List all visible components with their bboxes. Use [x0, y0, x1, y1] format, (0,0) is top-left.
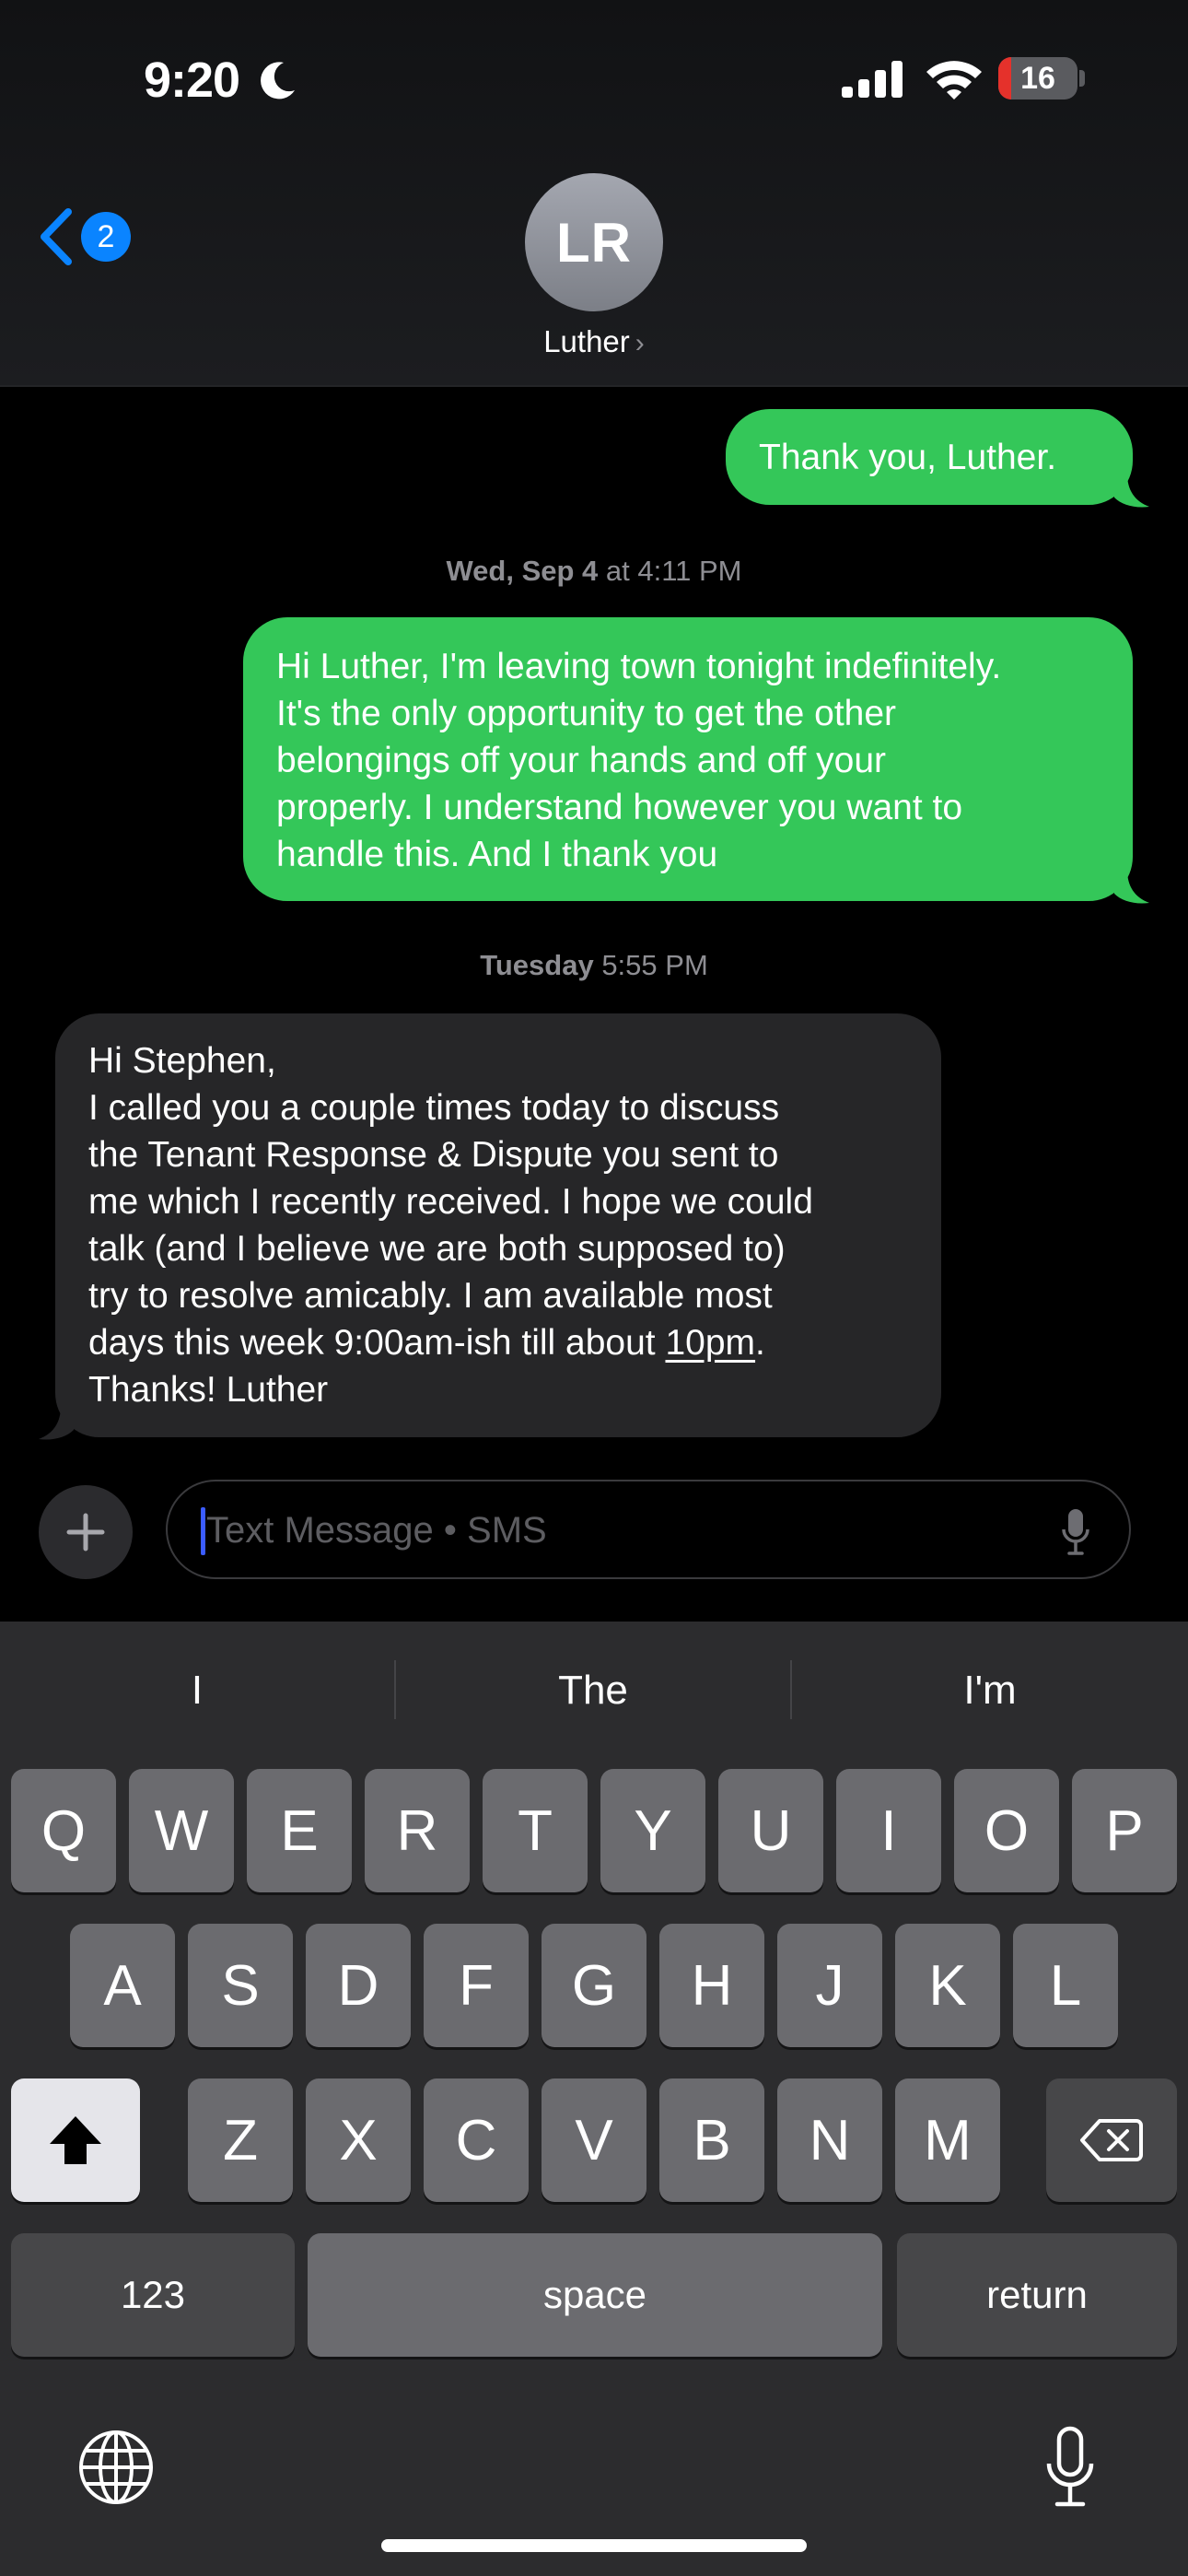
key-a[interactable]: A — [70, 1924, 175, 2047]
message-line: belongings off your hands and off your — [276, 741, 887, 780]
key-m[interactable]: M — [895, 2078, 1000, 2202]
message-line: days this week 9:00am-ish till about 10p… — [88, 1319, 908, 1366]
numbers-key[interactable]: 123 — [11, 2233, 295, 2357]
bubble-tail — [1114, 870, 1149, 904]
key-q[interactable]: Q — [11, 1769, 116, 1892]
keyboard: I The I'm Q W E R T Y U I O P A S D F G … — [0, 1622, 1188, 2576]
key-p[interactable]: P — [1072, 1769, 1177, 1892]
time-link[interactable]: 10pm — [665, 1323, 755, 1363]
key-j[interactable]: J — [777, 1924, 882, 2047]
message-line: properly. I understand however you want … — [276, 788, 963, 827]
message-line: the Tenant Response & Dispute you sent t… — [88, 1135, 779, 1175]
key-x[interactable]: X — [306, 2078, 411, 2202]
dictation-microphone-icon[interactable] — [1044, 2425, 1096, 2510]
shift-icon — [50, 2116, 101, 2164]
key-c[interactable]: C — [424, 2078, 529, 2202]
key-d[interactable]: D — [306, 1924, 411, 2047]
key-g[interactable]: G — [542, 1924, 646, 2047]
message-text: Thank you, Luther. — [759, 437, 1057, 477]
key-r[interactable]: R — [365, 1769, 470, 1892]
sent-message-bubble[interactable]: Thank you, Luther. — [726, 409, 1133, 505]
key-t[interactable]: T — [483, 1769, 588, 1892]
key-v[interactable]: V — [542, 2078, 646, 2202]
contact-avatar[interactable]: LR — [525, 173, 663, 311]
timestamp-time: at 4:11 PM — [598, 555, 742, 587]
bubble-tail — [1114, 474, 1149, 508]
battery-level: 16 — [1020, 60, 1055, 96]
message-line: Thanks! Luther — [88, 1370, 329, 1410]
space-key[interactable]: space — [308, 2233, 882, 2357]
key-e[interactable]: E — [247, 1769, 352, 1892]
key-y[interactable]: Y — [600, 1769, 705, 1892]
message-timestamp: Tuesday 5:55 PM — [0, 949, 1188, 982]
message-text: . — [755, 1323, 765, 1363]
received-message-bubble[interactable]: Hi Stephen, I called you a couple times … — [55, 1013, 941, 1437]
key-u[interactable]: U — [718, 1769, 823, 1892]
apps-plus-button[interactable] — [39, 1485, 133, 1579]
message-line: It's the only opportunity to get the oth… — [276, 694, 897, 733]
microphone-icon[interactable] — [1061, 1507, 1090, 1555]
message-line: Hi Luther, I'm leaving town tonight inde… — [276, 647, 1002, 686]
suggestion[interactable]: The — [396, 1622, 790, 1760]
key-z[interactable]: Z — [188, 2078, 293, 2202]
suggestion[interactable]: I — [0, 1622, 394, 1760]
chevron-left-icon — [41, 208, 72, 265]
message-input[interactable] — [204, 1481, 1000, 1579]
shift-key[interactable] — [11, 2078, 140, 2202]
battery-indicator: 16 — [998, 57, 1077, 100]
key-o[interactable]: O — [954, 1769, 1059, 1892]
back-button[interactable]: 2 — [37, 205, 138, 269]
message-timestamp: Wed, Sep 4 at 4:11 PM — [0, 555, 1188, 588]
globe-icon[interactable] — [77, 2429, 155, 2506]
message-line: try to resolve amicably. I am available … — [88, 1276, 773, 1316]
delete-key[interactable] — [1046, 2078, 1177, 2202]
status-time: 9:20 — [144, 53, 240, 108]
message-line: me which I recently received. I hope we … — [88, 1182, 813, 1222]
battery-nub — [1079, 70, 1085, 87]
backspace-icon — [1080, 2119, 1143, 2161]
timestamp-day: Tuesday — [480, 949, 594, 981]
message-line: handle this. And I thank you — [276, 835, 718, 874]
key-f[interactable]: F — [424, 1924, 529, 2047]
message-text: days this week 9:00am-ish till about — [88, 1323, 666, 1363]
sent-message-bubble[interactable]: Hi Luther, I'm leaving town tonight inde… — [243, 617, 1133, 901]
bubble-tail — [39, 1406, 74, 1440]
plus-icon — [66, 1513, 105, 1551]
chevron-right-icon: › — [635, 328, 645, 358]
contact-name: Luther — [543, 324, 630, 358]
wifi-icon — [926, 61, 982, 100]
key-s[interactable]: S — [188, 1924, 293, 2047]
message-compose-field[interactable] — [166, 1480, 1131, 1579]
key-k[interactable]: K — [895, 1924, 1000, 2047]
return-key[interactable]: return — [897, 2233, 1177, 2357]
message-line: talk (and I believe we are both supposed… — [88, 1229, 786, 1269]
unread-badge: 2 — [81, 212, 131, 262]
moon-icon — [261, 62, 295, 100]
timestamp-day: Wed, Sep 4 — [446, 555, 599, 587]
contact-name-button[interactable]: Luther › — [0, 324, 1188, 359]
key-i[interactable]: I — [836, 1769, 941, 1892]
key-l[interactable]: L — [1013, 1924, 1118, 2047]
key-h[interactable]: H — [659, 1924, 764, 2047]
home-indicator[interactable] — [381, 2539, 807, 2552]
suggestion[interactable]: I'm — [792, 1622, 1188, 1760]
key-w[interactable]: W — [129, 1769, 234, 1892]
message-line: Hi Stephen, — [88, 1041, 276, 1081]
cellular-signal-icon — [842, 61, 903, 98]
conversation-header: 9:20 16 2 LR Luther › — [0, 0, 1188, 387]
key-n[interactable]: N — [777, 2078, 882, 2202]
key-b[interactable]: B — [659, 2078, 764, 2202]
timestamp-time: 5:55 PM — [593, 949, 708, 981]
message-line: I called you a couple times today to dis… — [88, 1088, 780, 1128]
